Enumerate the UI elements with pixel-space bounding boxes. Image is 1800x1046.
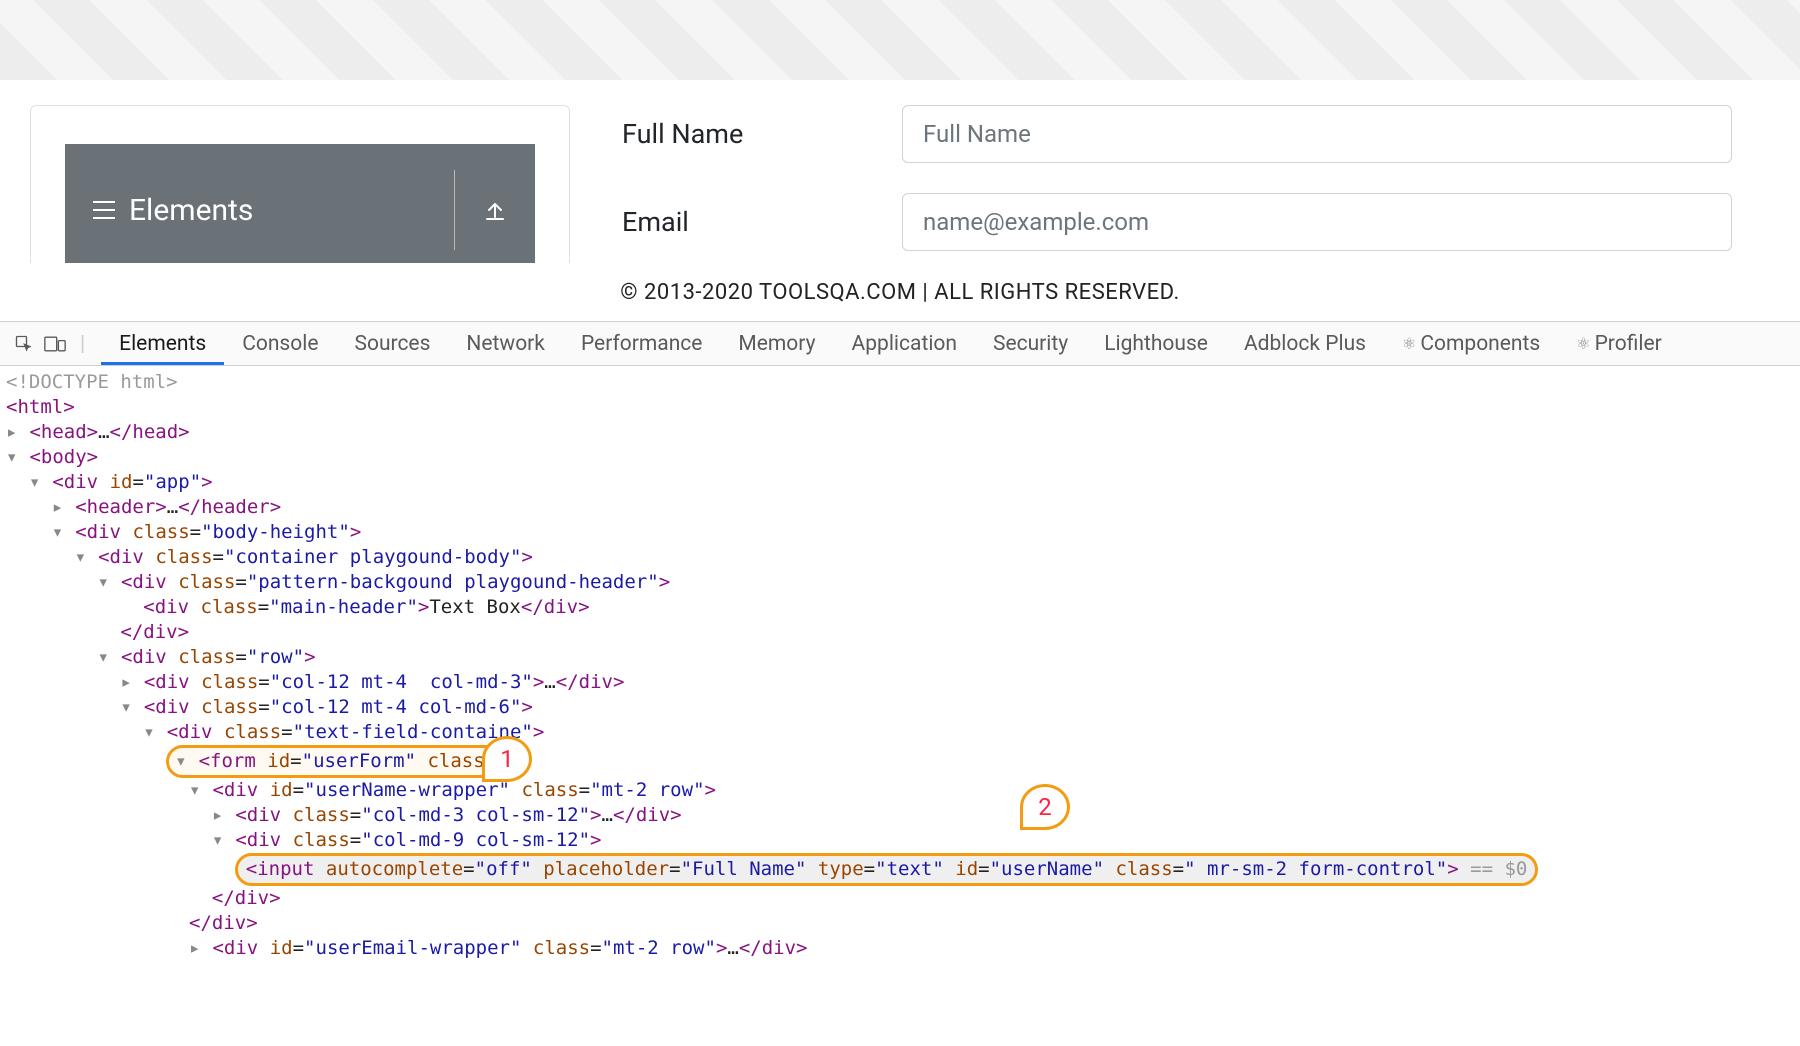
v: userEmail-wrapper bbox=[316, 937, 510, 959]
devtools-tabbar: | Elements Console Sources Network Perfo… bbox=[0, 322, 1800, 366]
tab-sources[interactable]: Sources bbox=[337, 322, 449, 365]
tab-profiler[interactable]: ⚛ Profiler bbox=[1558, 322, 1679, 365]
footer: © 2013-2020 TOOLSQA.COM | ALL RIGHTS RES… bbox=[0, 263, 1800, 321]
v: off bbox=[486, 858, 520, 880]
dom-tree[interactable]: <!DOCTYPE html> <html> ▸ <head>…</head> … bbox=[0, 366, 1800, 971]
v: col-md-9 col-sm-12 bbox=[373, 829, 579, 851]
page-preview: Elements Full Name Full Name Email name@… bbox=[0, 0, 1800, 321]
email-label: Email bbox=[622, 206, 902, 238]
dom-tree-wrap: 1 2 <!DOCTYPE html> <html> ▸ <head>…</he… bbox=[0, 366, 1800, 971]
tab-components-label: Components bbox=[1420, 332, 1540, 356]
elements-card-right bbox=[454, 170, 507, 250]
email-placeholder: name@example.com bbox=[923, 208, 1149, 236]
v: Text Box bbox=[429, 596, 521, 618]
dom-doctype: <!DOCTYPE html> bbox=[6, 371, 178, 393]
v: container playgound-body bbox=[235, 546, 510, 568]
tab-adblock[interactable]: Adblock Plus bbox=[1226, 322, 1384, 365]
upload-icon bbox=[483, 198, 507, 222]
tab-lighthouse[interactable]: Lighthouse bbox=[1086, 322, 1226, 365]
v: body-height bbox=[213, 521, 339, 543]
fullname-label: Full Name bbox=[622, 118, 902, 150]
v: userName-wrapper bbox=[316, 779, 499, 801]
v: Full Name bbox=[692, 858, 795, 880]
v: text-field-containe bbox=[304, 721, 521, 743]
tab-components[interactable]: ⚛Components bbox=[1384, 322, 1558, 365]
v: row bbox=[258, 646, 292, 668]
device-toggle-icon[interactable] bbox=[44, 335, 66, 353]
v: userForm bbox=[313, 750, 405, 772]
highlight-input: <input autocomplete="off" placeholder="F… bbox=[235, 853, 1539, 886]
devtools-tool-icons: | bbox=[2, 332, 101, 356]
tab-profiler-label: Profiler bbox=[1595, 332, 1662, 356]
v: pattern-backgound playgound-header bbox=[258, 571, 647, 593]
gear-icon: ⚛ bbox=[1402, 334, 1416, 353]
v: userName bbox=[1001, 858, 1093, 880]
tab-network[interactable]: Network bbox=[448, 322, 563, 365]
v: main-header bbox=[281, 596, 407, 618]
tab-performance[interactable]: Performance bbox=[563, 322, 720, 365]
footer-text: © 2013-2020 TOOLSQA.COM | ALL RIGHTS RES… bbox=[620, 280, 1180, 305]
v: text bbox=[887, 858, 933, 880]
hamburger-icon bbox=[93, 201, 115, 219]
elements-card[interactable]: Elements bbox=[65, 144, 535, 276]
highlight-form: ▾ <form id="userForm" class> bbox=[166, 745, 505, 778]
v: col-12 mt-4 col-md-6 bbox=[281, 696, 510, 718]
email-input[interactable]: name@example.com bbox=[902, 193, 1732, 251]
v: mt-2 row bbox=[613, 937, 705, 959]
elements-title: Elements bbox=[129, 193, 253, 228]
elements-card-left: Elements bbox=[93, 193, 253, 228]
fullname-placeholder: Full Name bbox=[923, 120, 1031, 148]
tab-console[interactable]: Console bbox=[224, 322, 336, 365]
v: col-md-3 col-sm-12 bbox=[373, 804, 579, 826]
tab-security[interactable]: Security bbox=[975, 322, 1086, 365]
form-row-fullname: Full Name Full Name bbox=[622, 105, 1748, 163]
v: col-12 mt-4 col-md-3 bbox=[281, 671, 521, 693]
v: == $0 bbox=[1459, 858, 1528, 880]
pattern-background bbox=[0, 0, 1800, 80]
callout-2: 2 bbox=[1020, 784, 1070, 830]
divider: | bbox=[76, 332, 89, 356]
v: app bbox=[155, 471, 189, 493]
fullname-input[interactable]: Full Name bbox=[902, 105, 1732, 163]
devtools: | Elements Console Sources Network Perfo… bbox=[0, 321, 1800, 971]
tab-application[interactable]: Application bbox=[834, 322, 975, 365]
gear-icon: ⚛ bbox=[1576, 334, 1590, 353]
callout-1: 1 bbox=[482, 736, 532, 782]
v: mr-sm-2 form-control bbox=[1196, 858, 1436, 880]
tab-memory[interactable]: Memory bbox=[720, 322, 833, 365]
form-row-email: Email name@example.com bbox=[622, 193, 1748, 251]
inspect-icon[interactable] bbox=[14, 334, 34, 354]
v: mt-2 row bbox=[602, 779, 694, 801]
tab-elements[interactable]: Elements bbox=[101, 322, 224, 365]
